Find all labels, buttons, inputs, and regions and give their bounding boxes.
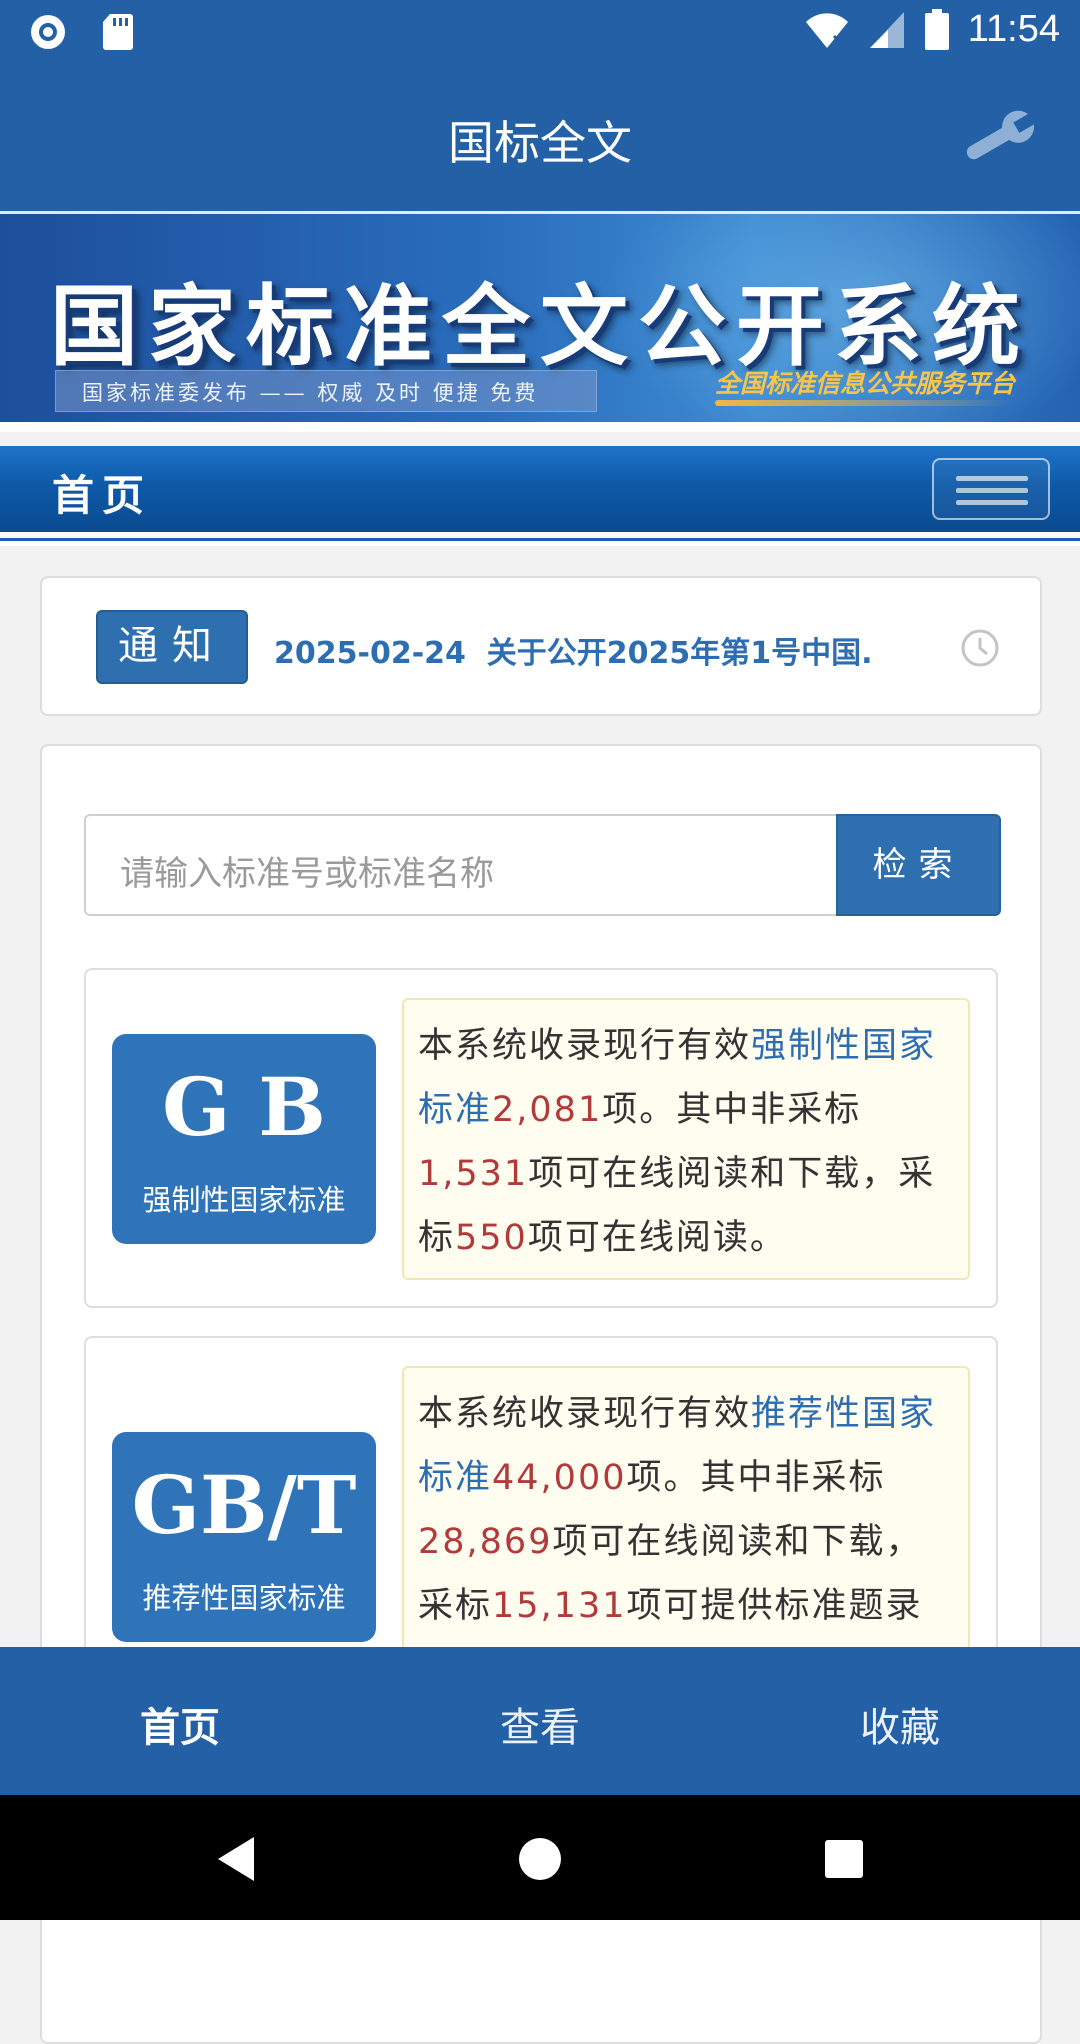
notice-card[interactable]: 通知 2025-02-24 关于公开2025年第1号中国. — [40, 576, 1042, 716]
nav-bar: 首页 — [0, 446, 1080, 532]
tab-view[interactable]: 查看 — [440, 1695, 640, 1753]
search-button[interactable]: 检索 — [836, 814, 1001, 916]
system-nav-bar — [0, 1795, 1080, 1920]
desc-adopted: 550 — [455, 1218, 528, 1258]
signal-icon — [869, 11, 904, 48]
desc-text: 项。其中非采标 — [602, 1090, 862, 1130]
desc-non-adopted: 28,869 — [418, 1522, 553, 1562]
desc-text: 项。其中非采标 — [626, 1458, 886, 1498]
desc-non-adopted: 1,531 — [418, 1154, 529, 1194]
app-bar: 国标全文 — [0, 63, 1080, 211]
status-time: 11:54 — [967, 8, 1060, 50]
notice-headline: 关于公开2025年第1号中国. — [486, 636, 873, 671]
desc-total: 2,081 — [492, 1090, 603, 1130]
desc-adopted: 15,131 — [492, 1586, 627, 1626]
battery-icon — [924, 8, 949, 50]
notice-badge: 通知 — [96, 610, 248, 684]
wifi-icon — [805, 12, 848, 48]
app-title: 国标全文 — [448, 116, 632, 170]
banner-tagline: 国家标准委发布 —— 权威 及时 便捷 免费 — [82, 381, 539, 405]
status-bar: 11:54 — [0, 0, 1080, 63]
search-input[interactable]: 请输入标准号或标准名称 — [84, 814, 836, 916]
gb-tile[interactable]: G B 强制性国家标准 — [112, 1034, 376, 1244]
desc-text: 本系统收录现行有效 — [418, 1026, 752, 1066]
notice-text[interactable]: 2025-02-24 关于公开2025年第1号中国. — [274, 628, 884, 672]
desc-text: 项可在线阅读。 — [527, 1218, 787, 1258]
clock-icon — [961, 629, 999, 667]
nav-stripe-line — [0, 538, 1080, 541]
standard-code: GB/T — [131, 1458, 357, 1552]
hamburger-icon-line — [956, 476, 1028, 481]
standard-description: 本系统收录现行有效强制性国家标准2,081项。其中非采标1,531项可在线阅读和… — [402, 998, 970, 1280]
recents-icon[interactable] — [824, 1839, 864, 1879]
banner-tagline-strip: 国家标准委发布 —— 权威 及时 便捷 免费 — [55, 370, 597, 412]
banner: 国家标准全文公开系统 国家标准委发布 —— 权威 及时 便捷 免费 全国标准信息… — [0, 214, 1080, 432]
desc-total: 44,000 — [492, 1458, 627, 1498]
hamburger-icon-line — [956, 488, 1028, 493]
banner-underline — [715, 400, 1015, 406]
standard-name: 强制性国家标准 — [142, 1183, 346, 1217]
back-icon[interactable] — [214, 1835, 258, 1883]
tab-favorites[interactable]: 收藏 — [800, 1695, 1000, 1753]
nav-current-page: 首页 — [52, 471, 153, 520]
standard-card-gbt[interactable]: GB/T 推荐性国家标准 本系统收录现行有效推荐性国家标准 44,000项。其中非… — [84, 1336, 998, 1696]
gbt-tile[interactable]: GB/T 推荐性国家标准 — [112, 1432, 376, 1642]
sd-card-icon — [103, 14, 133, 50]
notice-date: 2025-02-24 — [274, 636, 466, 671]
standard-name: 推荐性国家标准 — [142, 1581, 346, 1615]
banner-platform: 全国标准信息公共服务平台 — [715, 369, 1016, 398]
home-icon[interactable] — [518, 1837, 562, 1881]
standard-code: G B — [162, 1060, 326, 1154]
record-icon — [31, 15, 65, 49]
search-placeholder: 请输入标准号或标准名称 — [120, 854, 494, 894]
wrench-icon[interactable] — [958, 101, 1038, 171]
standard-card-gb[interactable]: G B 强制性国家标准 本系统收录现行有效强制性国家标准 2,081项。其中非采标… — [84, 968, 998, 1308]
bottom-tab-bar: 首页 查看 收藏 — [0, 1647, 1080, 1795]
banner-bottom-line — [0, 422, 1080, 432]
desc-text: 本系统收录现行有效 — [418, 1394, 752, 1434]
search-bar: 请输入标准号或标准名称 检索 — [84, 814, 1001, 916]
tab-home[interactable]: 首页 — [80, 1695, 280, 1753]
menu-toggle-button[interactable] — [932, 458, 1050, 520]
hamburger-icon-line — [956, 500, 1028, 505]
